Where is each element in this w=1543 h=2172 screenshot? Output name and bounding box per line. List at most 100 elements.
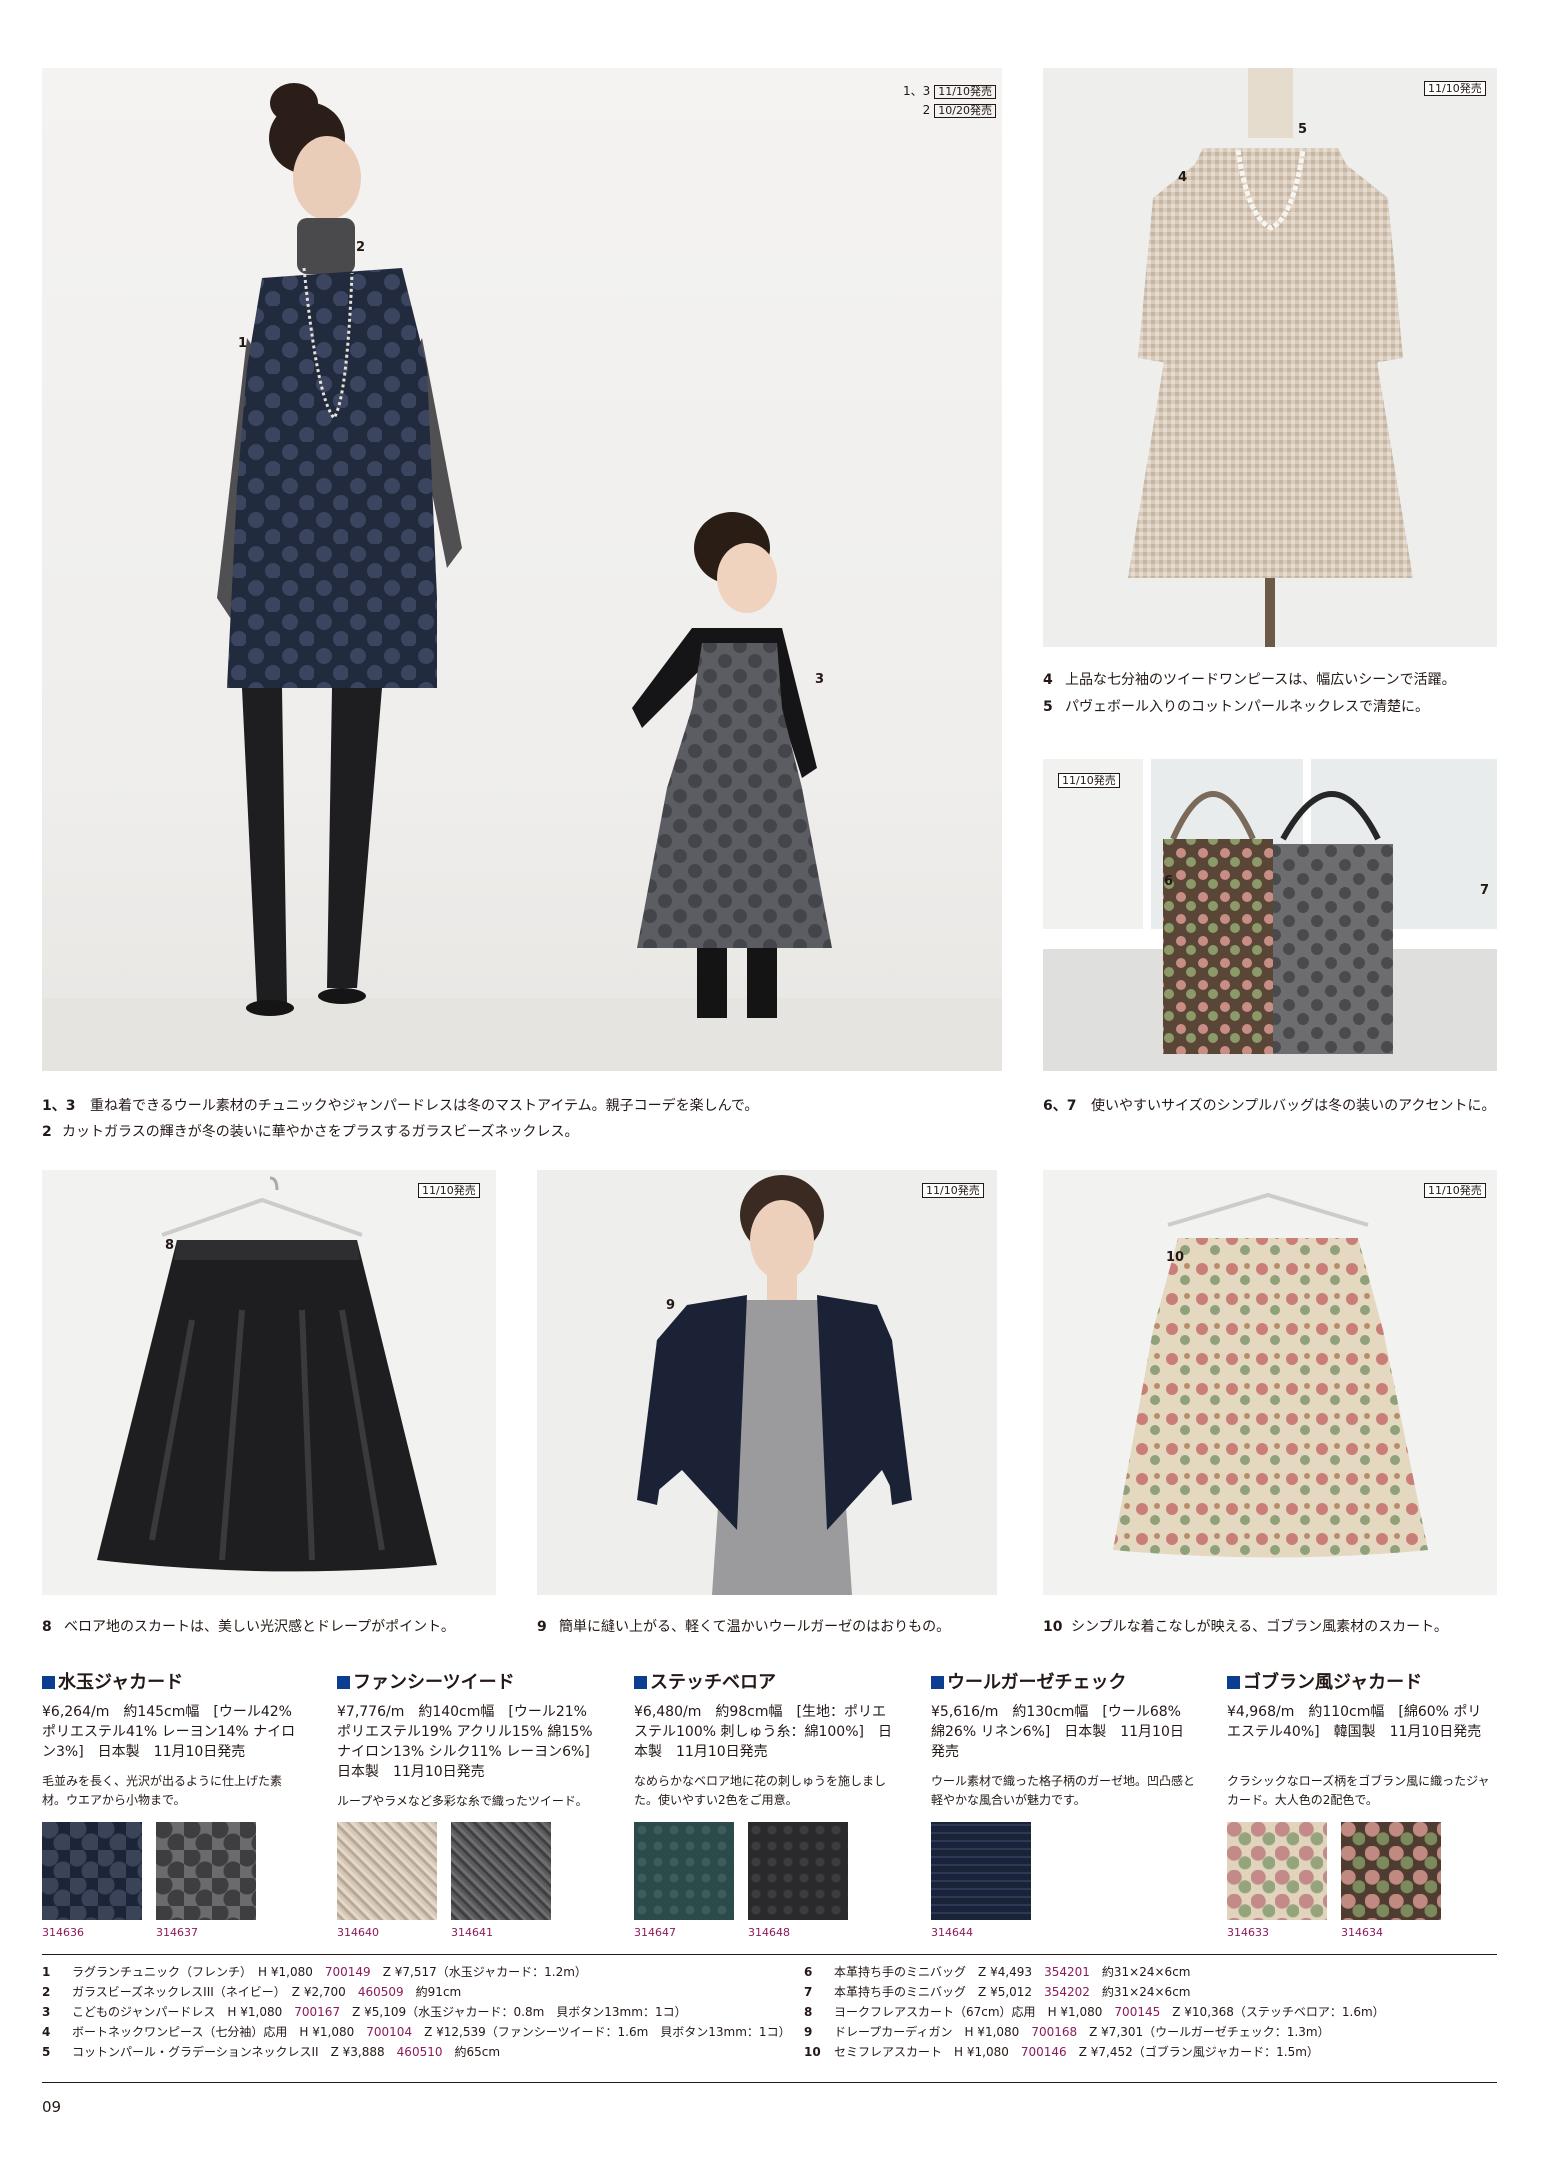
fabric-desc-5: クラシックなローズ柄をゴブラン風に織ったジャカード。大人色の2配色で。 [1227,1774,1490,1807]
photo-number-10: 10 [1166,1250,1185,1265]
fabric-swatch-314640 [337,1822,437,1920]
page-number: 09 [42,2098,62,2116]
row-price: Z ¥4,493 [978,1965,1033,1979]
row-price: H ¥1,080 [258,1965,313,1979]
fabric-swatch-314647 [634,1822,734,1920]
caption-8-num: 8 [42,1619,52,1635]
caption-2-num: 2 [42,1124,52,1140]
main-photo-illustration [42,83,1002,1071]
main-release-badge-2: 2 10/20発売 [870,103,996,118]
main-release-badge-1: 1、3 11/10発売 [870,84,996,99]
caption-5: 5 パヴェボール入りのコットンパールネックレスで清楚に。 [1043,697,1429,717]
fabric-code-314634: 314634 [1341,1926,1383,1939]
fabric-swatch-314644 [931,1822,1031,1920]
row-number: 9 [804,2025,813,2039]
main-release-badge-2-date: 10/20発売 [934,104,996,118]
dress-photo-illustration [1128,68,1413,647]
row-product-code: 700149 [324,1965,371,1979]
row-number: 2 [42,1985,51,1999]
row-product-code: 460509 [357,1985,404,1999]
row-detail: 約31×24×6cm [1101,1985,1191,1999]
row-price: Z ¥2,700 [291,1985,346,1999]
table-divider-bottom [42,2082,1497,2083]
row-detail: Z ¥7,301（ウールガーゼチェック：1.3m） [1089,2025,1330,2039]
fabric-desc-3: なめらかなベロア地に花の刺しゅうを施しました。使いやすい2色をご用意。 [634,1774,887,1807]
fabric-title-1: 水玉ジャカード [42,1672,183,1694]
row-number: 4 [42,2025,51,2039]
cardigan-photo-illustration [637,1175,912,1595]
caption-10-text: シンプルな着こなしが映える、ゴブラン風素材のスカート。 [1071,1619,1448,1635]
fabric-code-314644: 314644 [931,1926,973,1939]
photo-number-6: 6 [1164,874,1174,889]
caption-4-text: 上品な七分袖のツイードワンピースは、幅広いシーンで活躍。 [1065,672,1456,688]
pattern-table-right: 6 本革持ち手のミニバッグ Z ¥4,493 354201 約31×24×6cm … [804,1962,1385,2062]
fabric-title-4-text: ウールガーゼチェック [947,1672,1127,1693]
dress-photo [1043,68,1497,647]
row-product-code: 700104 [366,2025,413,2039]
row-price: H ¥1,080 [1047,2005,1103,2019]
main-photo [42,68,1002,1071]
fabric-title-2-text: ファンシーツイード [353,1672,515,1693]
caption-10: 10 シンプルな着こなしが映える、ゴブラン風素材のスカート。 [1043,1617,1448,1637]
row-product-code: 460510 [396,2045,443,2059]
caption-1-3-num: 1、3 [42,1098,76,1114]
row-detail: Z ¥10,368（ステッチベロア：1.6m） [1172,2005,1385,2019]
caption-8-text: ベロア地のスカートは、美しい光沢感とドレープがポイント。 [64,1619,455,1635]
gobelin-skirt-photo-illustration [1113,1192,1428,1558]
row-item-name: コットンパール・グラデーションネックレスII [72,2045,319,2059]
table-row: 2 ガラスビーズネックレスIII（ネイビー） Z ¥2,700 460509 約9… [42,1982,791,2002]
caption-1-3: 1、3 重ね着できるウール素材のチュニックやジャンパードレスは冬のマストアイテム。… [42,1096,758,1116]
fabric-swatch-314633 [1227,1822,1327,1920]
caption-4: 4 上品な七分袖のツイードワンピースは、幅広いシーンで活躍。 [1043,670,1456,690]
gobelin-skirt-photo [1043,1170,1497,1595]
row-number: 6 [804,1965,813,1979]
caption-9-num: 9 [537,1619,547,1635]
row-detail: Z ¥7,517（水玉ジャカード：1.2m） [382,1965,587,1979]
fabric-desc-4: ウール素材で織った格子柄のガーゼ地。凹凸感と軽やかな風合いが魅力です。 [931,1774,1196,1807]
row-item-name: ボートネックワンピース（七分袖）応用 [72,2025,288,2039]
row-product-code: 700168 [1031,2025,1078,2039]
table-row: 7 本革持ち手のミニバッグ Z ¥5,012 354202 約31×24×6cm [804,1982,1385,2002]
fabric-desc-2: ループやラメなど多彩な糸で織ったツイード。 [337,1794,588,1808]
row-price: H ¥1,080 [964,2025,1020,2039]
caption-9: 9 簡単に縫い上がる、軽くて温かいウールガーゼのはおりもの。 [537,1617,950,1637]
pattern-table-left: 1 ラグランチュニック（フレンチ） H ¥1,080 700149 Z ¥7,51… [42,1962,791,2062]
table-row: 9 ドレープカーディガン H ¥1,080 700168 Z ¥7,301（ウール… [804,2022,1385,2042]
row-item-name: ドレープカーディガン [834,2025,953,2039]
fabric-code-314647: 314647 [634,1926,676,1939]
row-product-code: 354202 [1044,1985,1090,1999]
fabric-title-3-text: ステッチベロア [650,1672,776,1693]
row-product-code: 700145 [1114,2005,1161,2019]
fabric-title-1-text: 水玉ジャカード [58,1672,184,1693]
row-detail: Z ¥5,109（水玉ジャカード：0.8m 貝ボタン13mm：1コ） [352,2005,687,2019]
row-price: H ¥1,080 [299,2025,355,2039]
fabric-bullet-icon [634,1676,647,1689]
caption-5-text: パヴェボール入りのコットンパールネックレスで清楚に。 [1065,699,1429,715]
photo-number-4: 4 [1178,170,1188,185]
fabric-swatch-314634 [1341,1822,1441,1920]
fabric-spec-3: ¥6,480/m 約98cm幅 [生地：ポリエステル100% 刺しゅう糸：綿10… [634,1704,892,1760]
caption-6-7-num: 6、7 [1043,1098,1077,1114]
caption-2: 2 カットガラスの輝きが冬の装いに華やかさをプラスするガラスビーズネックレス。 [42,1122,578,1142]
row-product-code: 354201 [1044,1965,1090,1979]
row-item-name: ガラスビーズネックレスIII（ネイビー） [72,1985,280,1999]
row-detail: 約65cm [454,2045,501,2059]
fabric-code-314633: 314633 [1227,1926,1269,1939]
row-detail: 約31×24×6cm [1101,1965,1191,1979]
table-row: 5 コットンパール・グラデーションネックレスII Z ¥3,888 460510 … [42,2042,791,2062]
fabric-swatch-314641 [451,1822,551,1920]
caption-6-7-text: 使いやすいサイズのシンプルバッグは冬の装いのアクセントに。 [1091,1098,1496,1114]
caption-5-num: 5 [1043,699,1053,715]
caption-4-num: 4 [1043,672,1053,688]
fabric-title-5-text: ゴブラン風ジャカード [1243,1672,1423,1693]
fabric-desc-1: 毛並みを長く、光沢が出るように仕上げた素材。ウエアから小物まで。 [42,1774,283,1807]
row-item-name: こどものジャンパードレス [72,2005,216,2019]
photo-number-2: 2 [356,240,366,255]
row-detail: 約91cm [415,1985,462,1999]
fabric-spec-2: ¥7,776/m 約140cm幅 [ウール21% ポリエステル19% アクリル1… [337,1704,604,1780]
caption-1-3-text: 重ね着できるウール素材のチュニックやジャンパードレスは冬のマストアイテム。親子コ… [90,1098,759,1114]
fabric-spec-5: ¥4,968/m 約110cm幅 [綿60% ポリエステル40%] 韓国製 11… [1227,1704,1482,1740]
fabric-swatch-314637 [156,1822,256,1920]
fabric-swatch-314636 [42,1822,142,1920]
photo-number-9: 9 [666,1298,676,1313]
